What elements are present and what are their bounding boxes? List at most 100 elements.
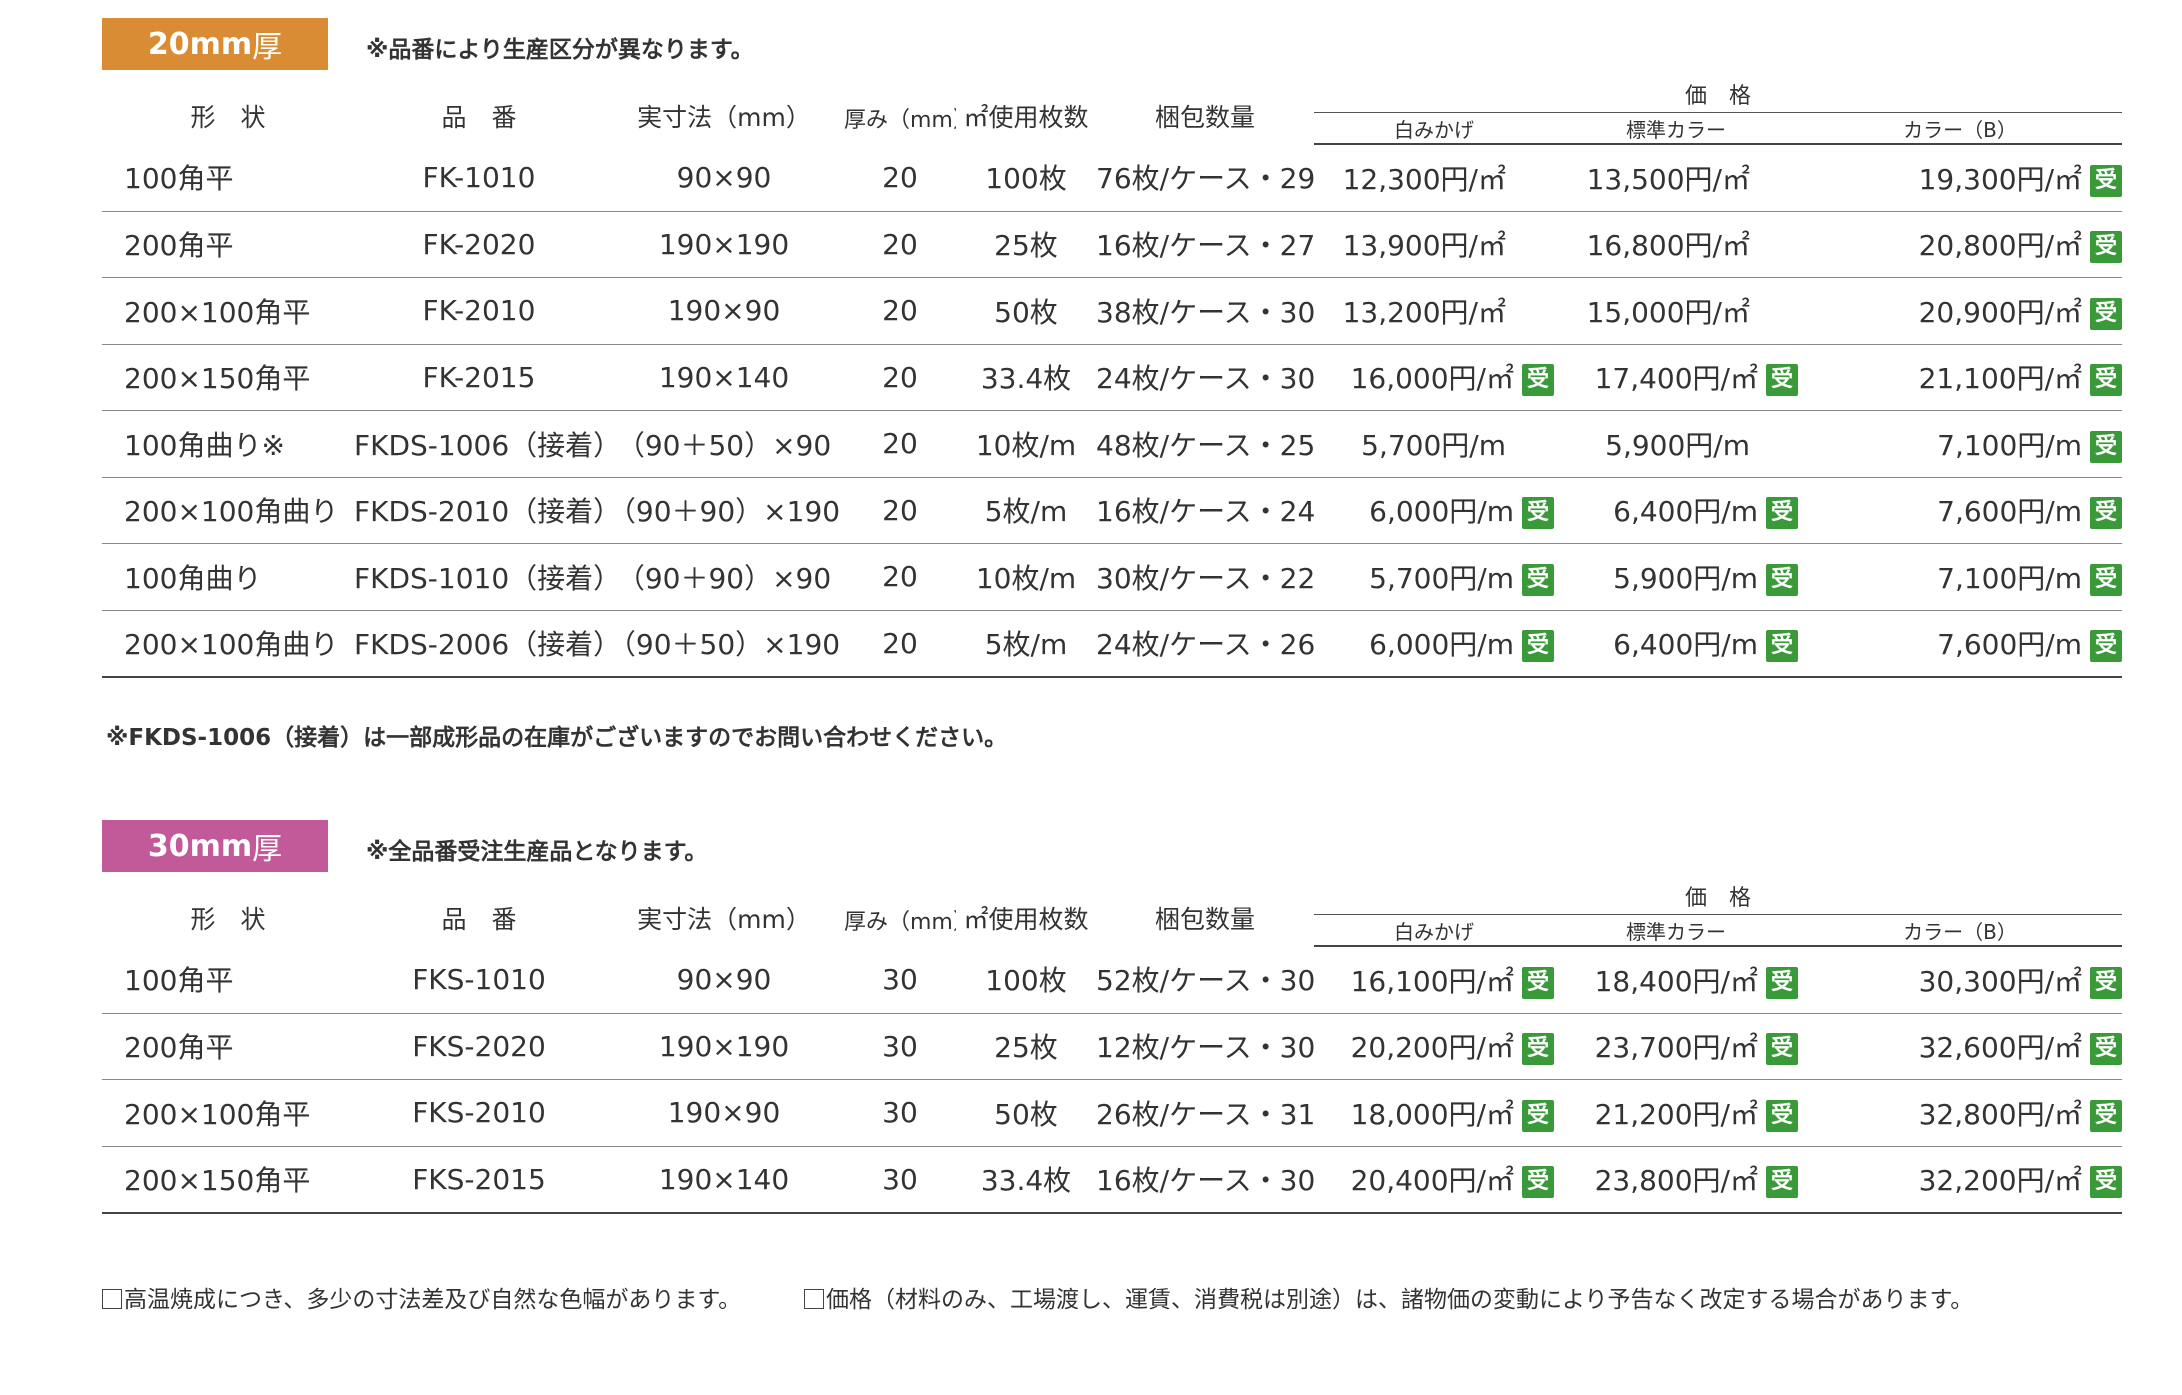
price-value: 21,200円/㎡ — [1594, 1097, 1758, 1131]
bottom-note-1: 高温焼成につき、多少の寸法差及び自然な色幅があります。 — [102, 1280, 741, 1314]
table-row: 100角平FK-101090×9020100枚76枚/ケース・29kg 12,30… — [102, 144, 2123, 212]
table-row: 200×150角平 FKS-2015 190×140 30 33.4枚 16枚/ケース・3… — [102, 1146, 2123, 1214]
section-20mm-header: 20mm 厚 ※品番により生産区分が異なります。 — [102, 18, 2122, 72]
price-value: 6,000円/m — [1369, 628, 1514, 662]
cell-size: （90＋90）×190 — [604, 477, 844, 544]
cell-price-white: 5,700円/m 受 — [1314, 543, 1554, 611]
price-value: 6,000円/m — [1369, 495, 1514, 529]
price-table-30mm: 形 状 品 番 実寸法（mm） 厚み（mm） ㎡使用枚数 梱包数量 価 格 白み… — [102, 874, 2123, 1214]
table-row: 100角曲り※ FKDS-1006（接着） （90＋50）×90 20 10枚/m 48枚… — [102, 410, 2123, 478]
header-size: 実寸法（mm） — [637, 905, 811, 934]
cell-price-color-b: 30,300円/㎡受 — [1798, 946, 2123, 1014]
cell-code: FKDS-1006（接着） — [354, 410, 604, 478]
price-value: 6,400円/m — [1613, 628, 1758, 662]
header-shape: 形 状 — [190, 905, 266, 934]
cell-price-standard: 5,900円/m 受 — [1554, 543, 1798, 611]
cell-thickness: 20 — [844, 344, 956, 411]
cell-price-color-b: 21,100円/㎡受 — [1798, 344, 2123, 411]
cell-thickness: 20 — [844, 610, 956, 678]
cell-shape: 100角平 — [102, 946, 354, 1014]
cell-code: FKS-2010 — [354, 1079, 604, 1147]
cell-packing: 48枚/ケース・25kg — [1096, 410, 1314, 478]
price-value: 6,400円/m — [1613, 495, 1758, 529]
price-value: 16,800円/㎡ — [1586, 229, 1750, 263]
cell-usage: 33.4枚 — [956, 344, 1096, 411]
cell-code: FKDS-2010（接着） — [354, 477, 604, 544]
cell-shape: 100角曲り — [102, 543, 354, 611]
section-20mm-footnote: ※FKDS-1006（接着）は一部成形品の在庫がございますのでお問い合わせくださ… — [106, 725, 1008, 751]
header-packing: 梱包数量 — [1154, 905, 1255, 934]
price-value: 32,600円/㎡ — [1918, 1031, 2083, 1065]
cell-price-standard: 15,000円/㎡ — [1554, 277, 1798, 345]
header-usage: ㎡使用枚数 — [963, 103, 1089, 132]
made-to-order-badge: 受 — [2090, 297, 2123, 330]
price-value: 5,700円/m — [1369, 561, 1514, 595]
cell-price-standard: 21,200円/㎡受 — [1554, 1079, 1798, 1147]
thickness-badge-30mm: 30mm 厚 — [102, 820, 328, 872]
cell-price-white: 20,400円/㎡受 — [1314, 1146, 1554, 1214]
price-table-20mm-body: 100角平FK-101090×9020100枚76枚/ケース・29kg12,30… — [102, 144, 2123, 678]
cell-usage: 25枚 — [956, 1013, 1096, 1080]
cell-code: FKS-2020 — [354, 1013, 604, 1080]
cell-size: 190×90 — [604, 277, 844, 345]
cell-code: FK-2015 — [354, 344, 604, 411]
cell-code: FK-2020 — [354, 211, 604, 278]
made-to-order-badge: 受 — [1766, 1166, 1798, 1199]
cell-packing: 16枚/ケース・27kg — [1096, 211, 1314, 278]
cell-code: FKS-1010 — [354, 946, 604, 1014]
header-standard: 標準カラー — [1554, 914, 1798, 947]
made-to-order-badge: 受 — [2090, 1099, 2123, 1132]
price-value: 23,800円/㎡ — [1594, 1164, 1758, 1198]
cell-price-standard: 13,500円/㎡ — [1554, 144, 1798, 212]
table-row: 200×150角平 FK-2015 190×140 20 33.4枚 24枚/ケース・30… — [102, 344, 2123, 411]
cell-price-standard: 5,900円/m — [1554, 410, 1798, 478]
cell-usage: 100枚 — [956, 144, 1096, 212]
price-table-20mm: 形 状 品 番 実寸法（mm） 厚み（mm） ㎡使用枚数 梱包数量 価 格 白み… — [102, 72, 2123, 678]
checkbox-square-icon — [804, 1289, 824, 1309]
cell-packing: 38枚/ケース・30kg — [1096, 277, 1314, 345]
header-price: 価 格 — [1314, 72, 2123, 113]
cell-size: 190×190 — [604, 211, 844, 278]
price-value: 7,100円/m — [1937, 561, 2083, 595]
made-to-order-badge: 受 — [1766, 364, 1798, 397]
cell-shape: 200×100角曲り — [102, 610, 354, 678]
made-to-order-badge: 受 — [2090, 164, 2123, 197]
header-shape: 形 状 — [190, 103, 266, 132]
price-value: 16,000円/㎡ — [1350, 362, 1514, 396]
table-row: 200角平FKS-2020190×1903025枚12枚/ケース・30kg20,… — [102, 1013, 2123, 1080]
cell-size: 190×140 — [604, 344, 844, 411]
cell-usage: 5枚/m — [956, 610, 1096, 678]
cell-shape: 200×150角平 — [102, 1146, 354, 1214]
cell-usage: 33.4枚 — [956, 1146, 1096, 1214]
cell-shape: 100角平 — [102, 144, 354, 212]
made-to-order-badge: 受 — [1522, 1033, 1554, 1066]
cell-packing: 16枚/ケース・30kg — [1096, 1146, 1314, 1214]
cell-price-white: 20,200円/㎡受 — [1314, 1013, 1554, 1080]
section-20mm-note: ※品番により生産区分が異なります。 — [366, 37, 754, 63]
cell-price-standard: 17,400円/㎡受 — [1554, 344, 1798, 411]
cell-shape: 200角平 — [102, 1013, 354, 1080]
thickness-badge-20mm: 20mm 厚 — [102, 18, 328, 70]
cell-price-white: 16,100円/㎡受 — [1314, 946, 1554, 1014]
cell-price-color-b: 32,200円/㎡受 — [1798, 1146, 2123, 1214]
made-to-order-badge: 受 — [1766, 1099, 1798, 1132]
cell-price-standard: 23,800円/㎡受 — [1554, 1146, 1798, 1214]
header-white: 白みかげ — [1314, 112, 1554, 145]
header-price: 価 格 — [1314, 874, 2123, 915]
cell-usage: 25枚 — [956, 211, 1096, 278]
checkbox-square-icon — [102, 1289, 122, 1309]
made-to-order-badge: 受 — [2090, 364, 2123, 397]
cell-size: （90＋50）×190 — [604, 610, 844, 678]
price-value: 19,300円/㎡ — [1918, 162, 2083, 196]
cell-packing: 12枚/ケース・30kg — [1096, 1013, 1314, 1080]
cell-usage: 50枚 — [956, 277, 1096, 345]
cell-price-white: 16,000円/㎡受 — [1314, 344, 1554, 411]
cell-thickness: 30 — [844, 946, 956, 1014]
cell-price-color-b: 7,600円/m 受 — [1798, 610, 2123, 678]
table-row: 200×100角平FKS-2010190×903050枚26枚/ケース・31kg… — [102, 1079, 2123, 1147]
cell-packing: 30枚/ケース・22kg — [1096, 543, 1314, 611]
cell-code: FKDS-2006（接着） — [354, 610, 604, 678]
cell-size: （90＋50）×90 — [604, 410, 844, 478]
cell-shape: 200×100角平 — [102, 277, 354, 345]
cell-code: FK-1010 — [354, 144, 604, 212]
